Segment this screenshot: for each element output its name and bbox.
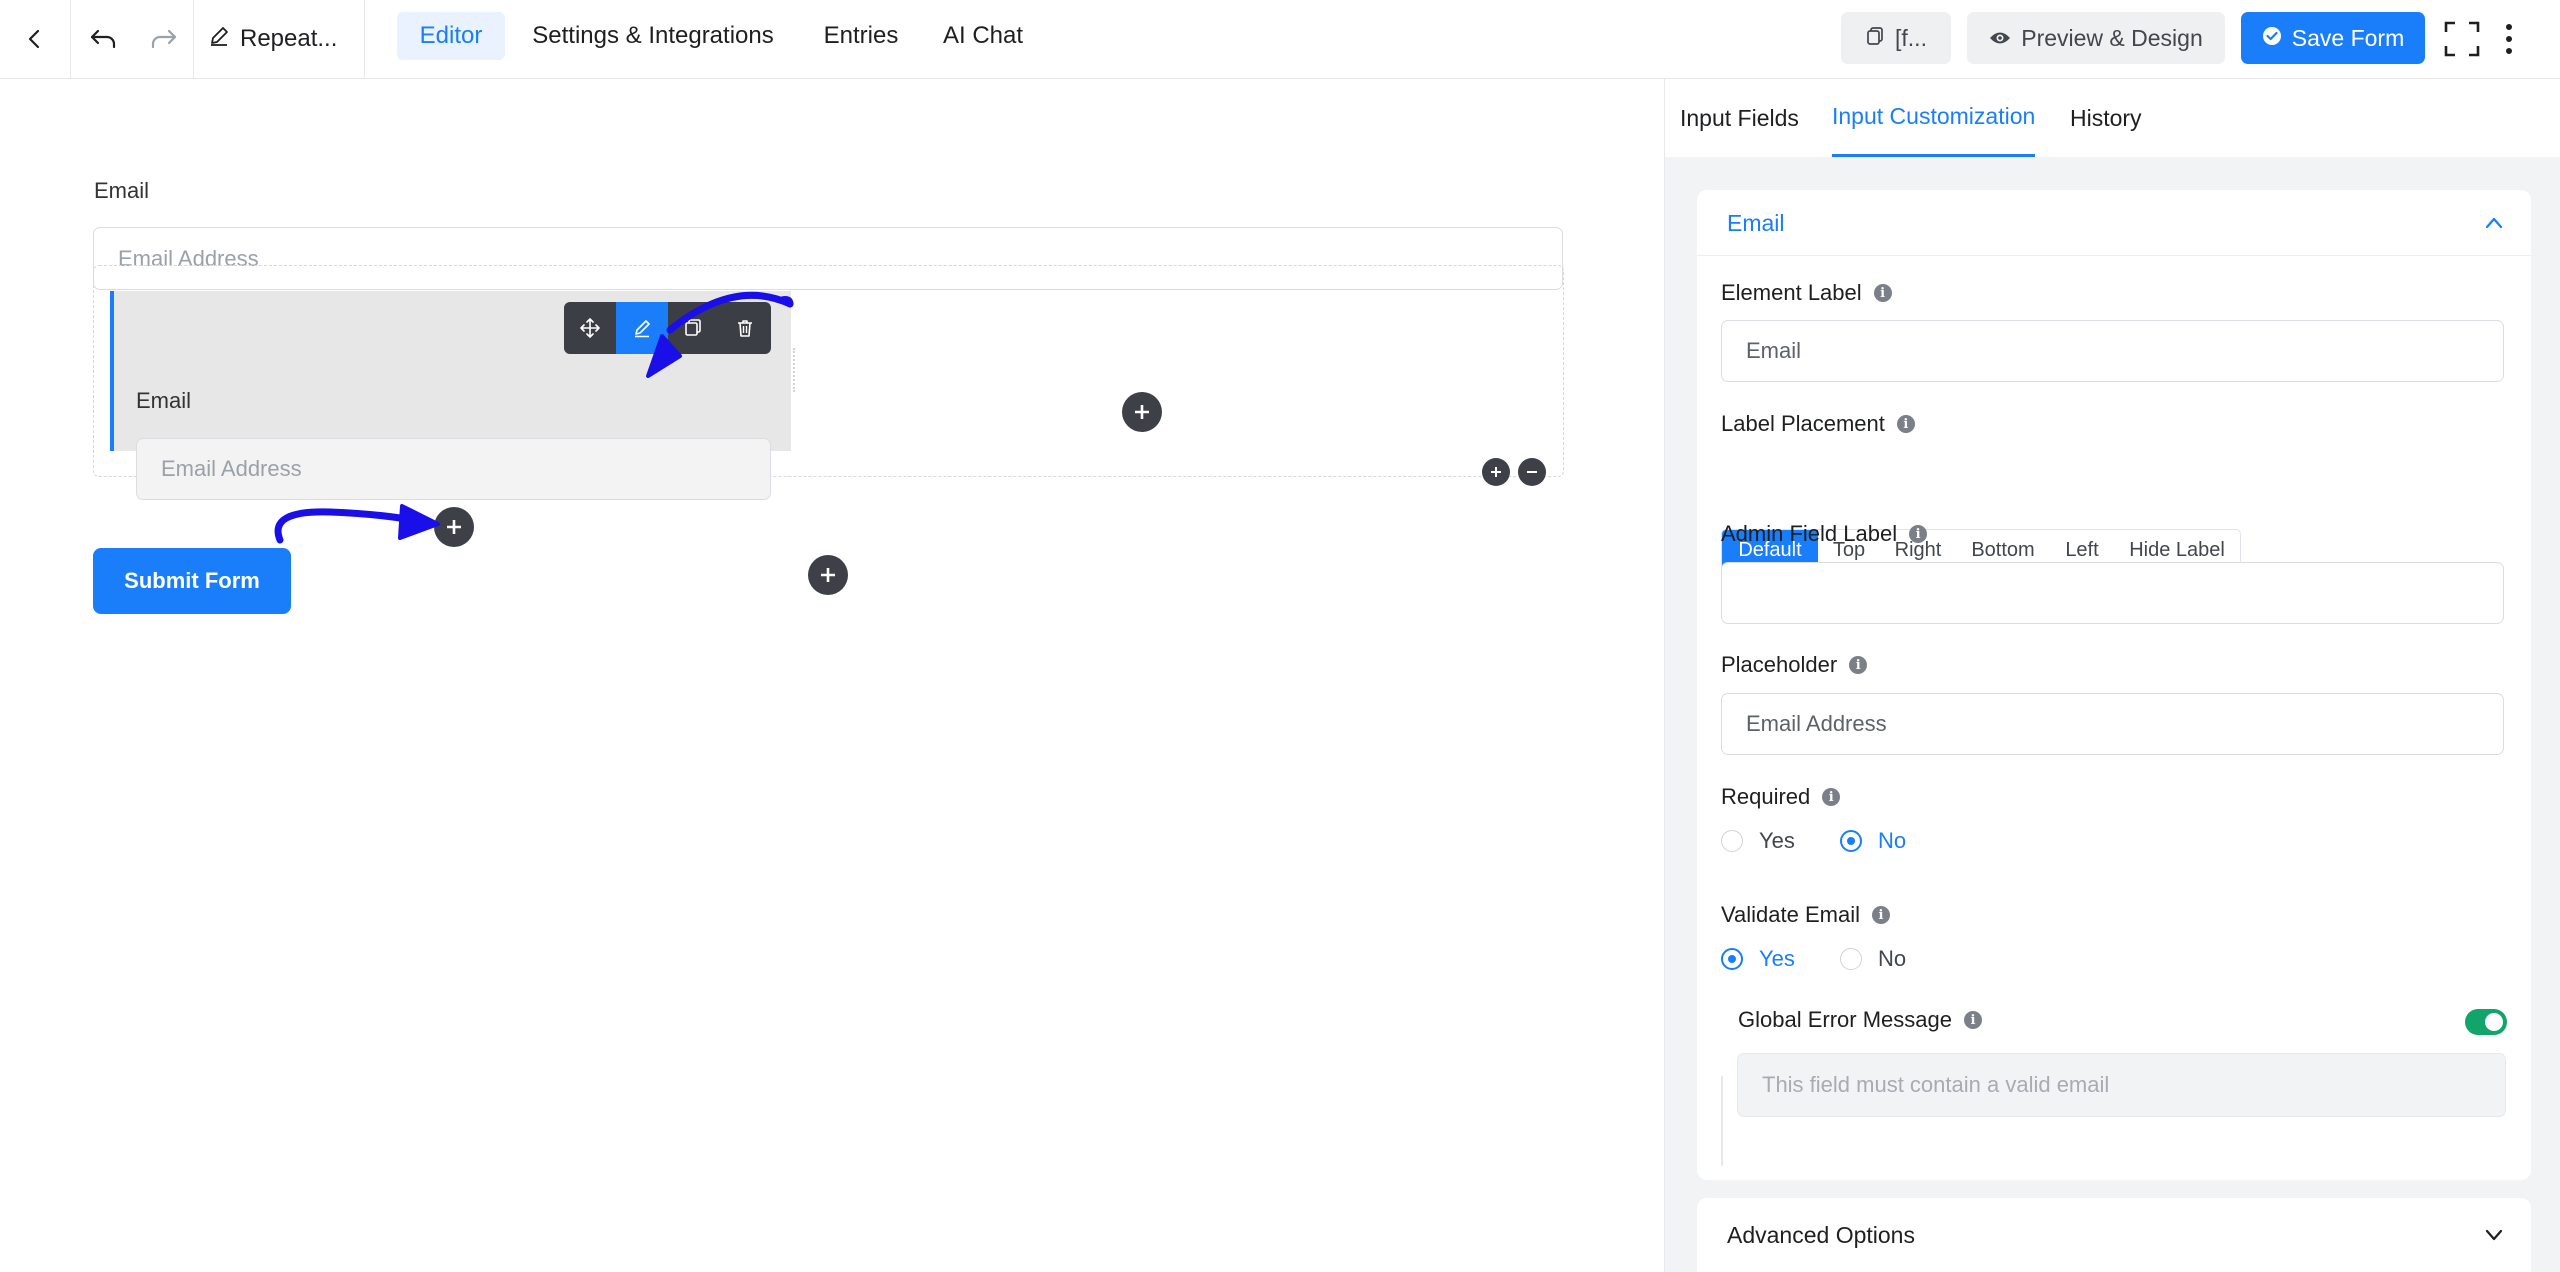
delete-icon[interactable] (719, 302, 771, 354)
radio-circle (1721, 948, 1743, 970)
add-column-plus-icon[interactable] (1122, 392, 1162, 432)
placeholder-text: Placeholder (1721, 652, 1838, 677)
label-placement-heading: Label Placement i (1721, 411, 1915, 437)
tab-input-customization[interactable]: Input Customization (1832, 79, 2036, 157)
divider (193, 0, 194, 78)
field-toolbar (564, 302, 771, 354)
radio-label: No (1878, 946, 1907, 971)
required-yes-radio[interactable]: Yes (1721, 828, 1795, 854)
edit-icon[interactable] (615, 302, 668, 354)
fullscreen-icon[interactable] (2440, 0, 2484, 78)
shortcode-button[interactable]: [f... (1841, 12, 1951, 64)
global-error-message-heading: Global Error Message i (1738, 1007, 1982, 1033)
advanced-options-title: Advanced Options (1727, 1221, 1915, 1248)
divider (364, 0, 365, 78)
validate-email-text: Validate Email (1721, 902, 1860, 927)
validate-email-yes-radio[interactable]: Yes (1721, 946, 1795, 972)
submit-form-button[interactable]: Submit Form (93, 548, 291, 614)
radio-circle (1840, 948, 1862, 970)
divider (1721, 1076, 1723, 1166)
required-text: Required (1721, 784, 1811, 809)
radio-label: No (1878, 828, 1907, 853)
remove-row-minus-icon[interactable] (1518, 458, 1546, 486)
section-header[interactable]: Email (1697, 190, 2531, 256)
placeholder-heading: Placeholder i (1721, 652, 1868, 678)
global-error-toggle[interactable] (2465, 1009, 2507, 1035)
field-label: Email (136, 388, 192, 413)
annotation-arrows (274, 291, 794, 544)
element-label-input[interactable]: Email (1721, 320, 2504, 382)
duplicate-icon[interactable] (668, 302, 720, 354)
edit-pencil-icon (208, 25, 230, 54)
label-placement-text: Label Placement (1721, 411, 1885, 436)
advanced-options-section[interactable]: Advanced Options (1697, 1198, 2531, 1272)
column-resize-handle[interactable] (793, 348, 799, 392)
eye-icon (1989, 25, 2011, 52)
undo-icon[interactable] (71, 0, 135, 78)
add-row-plus-icon[interactable] (1482, 458, 1510, 486)
top-bar: Repeat... Editor Settings & Integrations… (0, 0, 2560, 79)
chevron-down-icon[interactable] (2483, 1224, 2505, 1251)
info-icon[interactable]: i (1896, 415, 1915, 433)
info-icon[interactable]: i (1822, 788, 1841, 806)
redo-icon[interactable] (135, 0, 193, 78)
validate-email-no-radio[interactable]: No (1840, 946, 1906, 972)
element-label-text: Element Label (1721, 280, 1862, 305)
tab-editor[interactable]: Editor (397, 12, 505, 60)
info-icon[interactable]: i (1849, 656, 1868, 674)
global-error-message-input[interactable]: This field must contain a valid email (1737, 1053, 2506, 1117)
section-title: Email (1727, 209, 1785, 236)
global-error-message-text: Global Error Message (1738, 1007, 1952, 1032)
tab-ai-chat[interactable]: AI Chat (930, 12, 1036, 60)
save-form-button[interactable]: Save Form (2241, 12, 2425, 64)
admin-field-label-heading: Admin Field Label i (1721, 521, 1928, 547)
preview-design-label: Preview & Design (2021, 24, 2203, 51)
admin-field-label-input[interactable] (1721, 562, 2504, 624)
required-heading: Required i (1721, 784, 1841, 810)
info-icon[interactable]: i (1872, 906, 1890, 924)
back-icon[interactable] (0, 0, 70, 78)
tab-history[interactable]: History (2070, 79, 2142, 157)
check-circle-icon (2262, 25, 2282, 52)
element-label-heading: Element Label i (1721, 280, 1892, 306)
admin-field-label-text: Admin Field Label (1721, 521, 1898, 546)
field-label: Email (94, 178, 150, 203)
add-field-plus-icon[interactable] (808, 555, 848, 595)
preview-design-button[interactable]: Preview & Design (1967, 12, 2225, 64)
info-icon[interactable]: i (1963, 1011, 1982, 1029)
tab-entries[interactable]: Entries (808, 12, 914, 60)
radio-circle (1721, 830, 1743, 852)
copy-icon (1865, 25, 1885, 52)
chevron-up-icon[interactable] (2483, 212, 2505, 239)
save-form-label: Save Form (2291, 24, 2405, 51)
placeholder-input[interactable]: Email Address (1721, 693, 2504, 755)
validate-email-heading: Validate Email i (1721, 902, 1890, 928)
tab-input-fields[interactable]: Input Fields (1680, 79, 1799, 157)
panel-tabs: Input Fields Input Customization History (1665, 79, 2560, 157)
form-name-label: Repeat... (240, 25, 338, 52)
required-no-radio[interactable]: No (1840, 828, 1906, 854)
email-field[interactable]: Email Address (136, 438, 771, 500)
add-field-plus-icon[interactable] (434, 507, 474, 547)
shortcode-label: [f... (1895, 24, 1927, 51)
move-icon[interactable] (564, 302, 616, 354)
radio-label: Yes (1759, 828, 1795, 853)
radio-circle (1840, 830, 1862, 852)
form-name[interactable]: Repeat... (208, 0, 337, 78)
tab-settings-integrations[interactable]: Settings & Integrations (516, 12, 790, 60)
info-icon[interactable]: i (1873, 284, 1892, 302)
radio-label: Yes (1759, 946, 1795, 971)
more-vertical-icon[interactable] (2494, 0, 2524, 78)
info-icon[interactable]: i (1909, 525, 1928, 543)
